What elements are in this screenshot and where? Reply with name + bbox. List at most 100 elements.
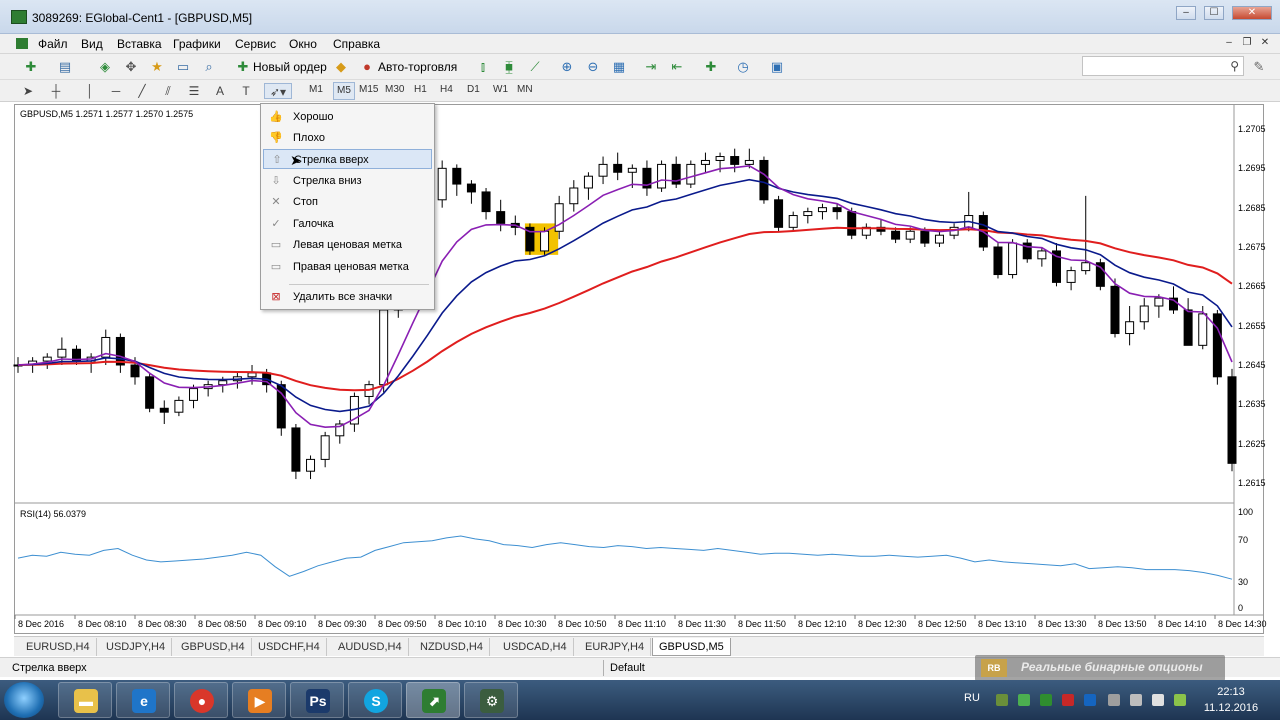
taskbar-ie[interactable]: e (116, 682, 170, 718)
thumb-up-icon: 👍 (269, 111, 283, 123)
tray-icon-2[interactable] (1018, 694, 1030, 706)
network-icon[interactable] (1130, 694, 1142, 706)
arrows-dropdown-menu: 👍 Хорошо 👎 Плохо ⇧ Стрелка вверх ⇩ Стрелка в… (260, 103, 435, 310)
time-label: 8 Dec 2016 (18, 619, 65, 629)
candle-body (496, 211, 506, 224)
taskbar-chrome[interactable]: ● (174, 682, 228, 718)
price-label: 1.2615 (1238, 478, 1266, 488)
menu-item-stop[interactable]: ✕ Стоп (263, 192, 432, 212)
tray-icon-6[interactable] (1108, 694, 1120, 706)
status-text: Стрелка вверх (12, 662, 87, 674)
taskbar-app[interactable]: ⚙ (464, 682, 518, 718)
menu-item-check[interactable]: ✓ Галочка (263, 214, 432, 234)
tab-eurusd-h4[interactable]: EURUSD,H4 (20, 638, 97, 656)
candle-body (583, 175, 593, 189)
candle-body (803, 211, 813, 217)
taskbar-media[interactable]: ▶ (232, 682, 286, 718)
candle-body (130, 364, 140, 378)
candle-body (291, 427, 301, 472)
candle-body (174, 399, 184, 413)
candle-body (715, 156, 725, 161)
menu-item-bad[interactable]: 👎 Плохо (263, 128, 432, 148)
start-button[interactable] (4, 682, 44, 718)
candle-body (320, 435, 330, 460)
tray-icon-4[interactable] (1062, 694, 1074, 706)
candle-body (247, 372, 257, 378)
menu-item-delete-all[interactable]: ⊠ Удалить все значки (263, 287, 432, 307)
tray-icon-9[interactable] (1174, 694, 1186, 706)
candle-body (657, 163, 667, 189)
tab-audusd-h4[interactable]: AUDUSD,H4 (332, 638, 409, 656)
price-label: 1.2645 (1238, 360, 1266, 370)
menu-item-left-price-label[interactable]: ▭ Левая ценовая метка (263, 235, 432, 255)
candle-body (993, 246, 1003, 276)
price-label: 1.2625 (1238, 439, 1266, 449)
tab-nzdusd-h4[interactable]: NZDUSD,H4 (414, 638, 490, 656)
time-label: 8 Dec 13:50 (1098, 619, 1147, 629)
candle-body (744, 159, 754, 165)
watermark-logo: RB Реальные бинарные опционы (975, 655, 1225, 681)
candle-body (1037, 250, 1047, 260)
tab-gbpusd-m5[interactable]: GBPUSD,M5 (652, 638, 731, 656)
candle-body (1125, 321, 1135, 335)
stop-icon: ✕ (271, 196, 281, 208)
folder-icon: ▬ (74, 689, 98, 713)
time-label: 8 Dec 08:10 (78, 619, 127, 629)
taskbar-skype[interactable]: S (348, 682, 402, 718)
candle-body (452, 167, 462, 185)
arrow-up-icon: ⇧ (272, 154, 282, 166)
tray-date[interactable]: 11.12.2016 (1201, 702, 1261, 714)
volume-icon[interactable] (1152, 694, 1164, 706)
menu-separator (289, 284, 429, 285)
candle-body (700, 159, 710, 165)
menu-item-arrow-down[interactable]: ⇩ Стрелка вниз (263, 171, 432, 191)
tab-usdcad-h4[interactable]: USDCAD,H4 (497, 638, 574, 656)
candle-body (1154, 297, 1164, 307)
menu-item-arrow-up[interactable]: ⇧ Стрелка вверх (263, 149, 432, 169)
tray-time[interactable]: 22:13 (1206, 686, 1256, 698)
tray-icon-1[interactable] (996, 694, 1008, 706)
candle-body (554, 203, 564, 232)
time-label: 8 Dec 14:30 (1218, 619, 1267, 629)
moving-average-fast (17, 164, 1233, 429)
chart-header: GBPUSD,M5 1.2571 1.2577 1.2570 1.2575 (20, 109, 194, 119)
candle-body (598, 163, 608, 177)
left-price-label-icon: ▭ (270, 239, 282, 251)
tab-usdchf-h4[interactable]: USDCHF,H4 (252, 638, 327, 656)
taskbar-explorer[interactable]: ▬ (58, 682, 112, 718)
time-label: 8 Dec 11:30 (678, 619, 726, 629)
tray-icon-3[interactable] (1040, 694, 1052, 706)
time-label: 8 Dec 10:30 (498, 619, 547, 629)
rsi-level-label: 100 (1238, 507, 1254, 517)
rsi-line (17, 535, 1233, 580)
tray-language[interactable]: RU (964, 692, 980, 704)
candle-body (1110, 285, 1120, 335)
menu-item-right-price-label[interactable]: ▭ Правая ценовая метка (263, 257, 432, 277)
chart-canvas[interactable] (0, 0, 1280, 720)
candle-body (1183, 309, 1193, 346)
time-label: 8 Dec 12:10 (798, 619, 847, 629)
candle-body (832, 207, 842, 213)
tab-usdjpy-h4[interactable]: USDJPY,H4 (100, 638, 173, 656)
media-player-icon: ▶ (248, 689, 272, 713)
menu-item-good[interactable]: 👍 Хорошо (263, 107, 432, 127)
tab-gbpusd-h4[interactable]: GBPUSD,H4 (175, 638, 252, 656)
candle-body (686, 163, 696, 185)
candle-body (613, 163, 623, 173)
candle-body (1212, 313, 1222, 378)
candle-body (437, 167, 447, 201)
candle-body (1066, 270, 1076, 283)
taskbar-photoshop[interactable]: Ps (290, 682, 344, 718)
thumb-down-icon: 👎 (269, 132, 283, 144)
candle-body (891, 230, 901, 240)
taskbar-metatrader[interactable]: ⬈ (406, 682, 460, 718)
menu-item-label: Правая ценовая метка (293, 261, 409, 273)
menu-item-label: Плохо (293, 132, 325, 144)
bluetooth-icon[interactable] (1084, 694, 1096, 706)
menu-item-label: Удалить все значки (293, 291, 393, 303)
candle-body (1198, 313, 1208, 346)
menu-item-label: Стоп (293, 196, 318, 208)
price-label: 1.2665 (1238, 281, 1266, 291)
price-label: 1.2705 (1238, 124, 1266, 134)
tab-eurjpy-h4[interactable]: EURJPY,H4 (579, 638, 652, 656)
